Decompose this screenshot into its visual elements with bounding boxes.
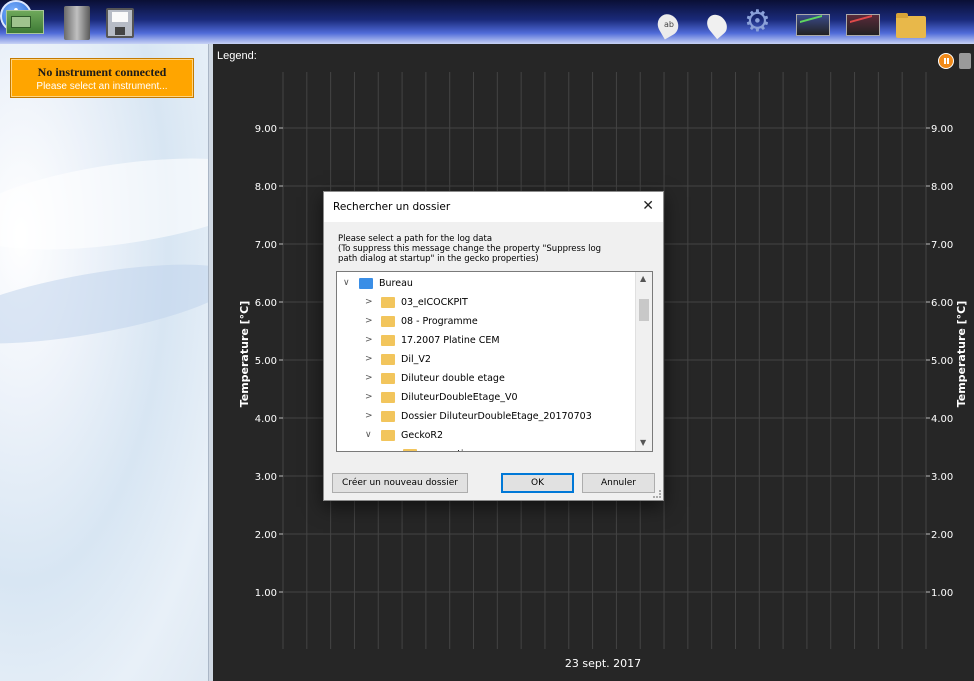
tree-item-label: 17.2007 Platine CEM <box>401 335 500 346</box>
tree-item-label: Diluteur double etage <box>401 373 505 384</box>
expanded-chevron-icon[interactable]: ∨ <box>343 278 350 288</box>
tree-item[interactable]: ∨ GeckoR2 <box>337 426 635 446</box>
tree-item[interactable]: >08 - Programme <box>337 312 635 332</box>
chart-green-icon[interactable] <box>794 8 830 38</box>
y-tick-label: 6.00 <box>931 298 953 309</box>
drop-icon[interactable] <box>700 8 732 38</box>
cancel-button[interactable]: Annuler <box>582 473 655 493</box>
folder-icon <box>381 354 395 365</box>
collapsed-chevron-icon[interactable]: > <box>365 297 373 307</box>
folder-icon <box>381 373 395 384</box>
y-axis-left: 9.00 8.00 7.00 6.00 5.00 4.00 3.00 2.00 1.00 <box>255 124 283 599</box>
tree-item-label: Bureau <box>379 278 413 289</box>
folder-icon <box>381 316 395 327</box>
y-tick-label: 6.00 <box>255 298 277 309</box>
status-subtitle: Please select an instrument... <box>36 81 168 92</box>
tree-item[interactable]: connections <box>337 445 635 451</box>
tree-scrollbar[interactable]: ▲ ▼ <box>635 272 652 451</box>
tree-item[interactable]: > Dil_V2 <box>337 350 635 370</box>
y-tick-label: 1.00 <box>255 588 277 599</box>
scroll-thumb[interactable] <box>639 299 649 321</box>
folder-icon <box>381 297 395 308</box>
collapsed-chevron-icon[interactable]: > <box>365 354 373 364</box>
y-tick-label: 4.00 <box>931 414 953 425</box>
toolbar: i <box>0 0 974 44</box>
y-tick-label: 4.00 <box>255 414 277 425</box>
tree-item[interactable]: >03_eICOCKPIT <box>337 293 635 313</box>
folder-icon <box>381 411 395 422</box>
tree-item[interactable]: >17.2007 Platine CEM <box>337 331 635 351</box>
folder-icon[interactable] <box>894 8 928 38</box>
folder-icon <box>359 278 373 289</box>
instrument-tower-icon[interactable] <box>64 6 90 40</box>
tree-item-label: connections <box>423 449 480 451</box>
expanded-chevron-icon[interactable]: ∨ <box>365 430 372 440</box>
dialog-title: Rechercher un dossier <box>333 201 451 213</box>
folder-icon <box>403 449 417 451</box>
y-tick-label: 5.00 <box>255 356 277 367</box>
y-tick-label: 2.00 <box>255 530 277 541</box>
y-axis-title-left: Temperature [°C] <box>238 301 251 408</box>
tree-item-label: 08 - Programme <box>401 316 478 327</box>
tree-item[interactable]: > Diluteur double etage <box>337 369 635 389</box>
folder-icon <box>381 430 395 441</box>
dialog-message-line: path dialog at startup" in the gecko pro… <box>338 254 539 264</box>
tree-item-label: Dil_V2 <box>401 354 431 365</box>
y-axis-title-right: Temperature [°C] <box>955 301 968 408</box>
y-tick-label: 7.00 <box>255 240 277 251</box>
dialog-message: Please select a path for the log data (T… <box>338 234 658 264</box>
y-tick-label: 9.00 <box>931 124 953 135</box>
y-axis-right: 9.00 8.00 7.00 6.00 5.00 4.00 3.00 2.00 1.00 <box>926 124 953 599</box>
settings-gear-icon[interactable] <box>744 4 776 39</box>
scroll-down-icon[interactable]: ▼ <box>640 438 646 447</box>
scroll-up-icon[interactable]: ▲ <box>640 274 646 283</box>
instrument-panel: No instrument connected Please select an… <box>0 44 210 681</box>
y-tick-label: 8.00 <box>931 182 953 193</box>
y-tick-label: 5.00 <box>931 356 953 367</box>
folder-browser-dialog: Rechercher un dossier ✕ Please select a … <box>323 191 664 501</box>
collapsed-chevron-icon[interactable]: > <box>365 411 373 421</box>
trash-icon[interactable] <box>959 53 971 69</box>
chart-red-icon[interactable] <box>844 8 880 38</box>
close-icon[interactable]: ✕ <box>642 198 654 214</box>
status-title: No instrument connected <box>37 65 167 79</box>
tree-item[interactable]: > DiluteurDoubleEtage_V0 <box>337 388 635 408</box>
connection-status-box[interactable]: No instrument connected Please select an… <box>10 58 194 98</box>
folder-tree[interactable]: ∨ Bureau >03_eICOCKPIT >08 - Programme >17.2… <box>336 271 653 452</box>
collapsed-chevron-icon[interactable]: > <box>365 335 373 345</box>
y-tick-label: 8.00 <box>255 182 277 193</box>
app-window: i No instrument connected Please select … <box>0 0 974 681</box>
tree-item-label: GeckoR2 <box>401 430 444 441</box>
collapsed-chevron-icon[interactable]: > <box>365 316 373 326</box>
folder-icon <box>381 392 395 403</box>
dialog-titlebar: Rechercher un dossier ✕ <box>324 192 663 222</box>
y-tick-label: 1.00 <box>931 588 953 599</box>
x-axis-date-label: 23 sept. 2017 <box>565 657 641 670</box>
tree-item-label: 03_eICOCKPIT <box>401 297 468 308</box>
tree-item-label: Dossier DiluteurDoubleEtage_20170703 <box>401 411 592 422</box>
sensor-icon[interactable] <box>652 8 684 38</box>
folder-icon <box>381 335 395 346</box>
y-tick-label: 7.00 <box>931 240 953 251</box>
y-tick-label: 3.00 <box>931 472 953 483</box>
instrument-board-icon[interactable] <box>6 10 44 34</box>
tree-item[interactable]: ∨ Bureau <box>337 274 635 294</box>
y-tick-label: 2.00 <box>931 530 953 541</box>
dialog-message-line: Please select a path for the log data <box>338 234 493 244</box>
resize-grip-icon[interactable] <box>653 490 661 498</box>
collapsed-chevron-icon[interactable]: > <box>365 392 373 402</box>
dialog-message-line: (To suppress this message change the pro… <box>338 244 602 254</box>
y-tick-label: 3.00 <box>255 472 277 483</box>
pause-icon[interactable] <box>938 53 954 69</box>
collapsed-chevron-icon[interactable]: > <box>365 373 373 383</box>
tree-item-label: DiluteurDoubleEtage_V0 <box>401 392 518 403</box>
ok-button[interactable]: OK <box>501 473 574 493</box>
tree-item[interactable]: > Dossier DiluteurDoubleEtage_20170703 <box>337 407 635 427</box>
save-disk-icon[interactable] <box>106 8 134 38</box>
legend-label: Legend: <box>217 50 257 62</box>
y-tick-label: 9.00 <box>255 124 277 135</box>
new-folder-button[interactable]: Créer un nouveau dossier <box>332 473 468 493</box>
